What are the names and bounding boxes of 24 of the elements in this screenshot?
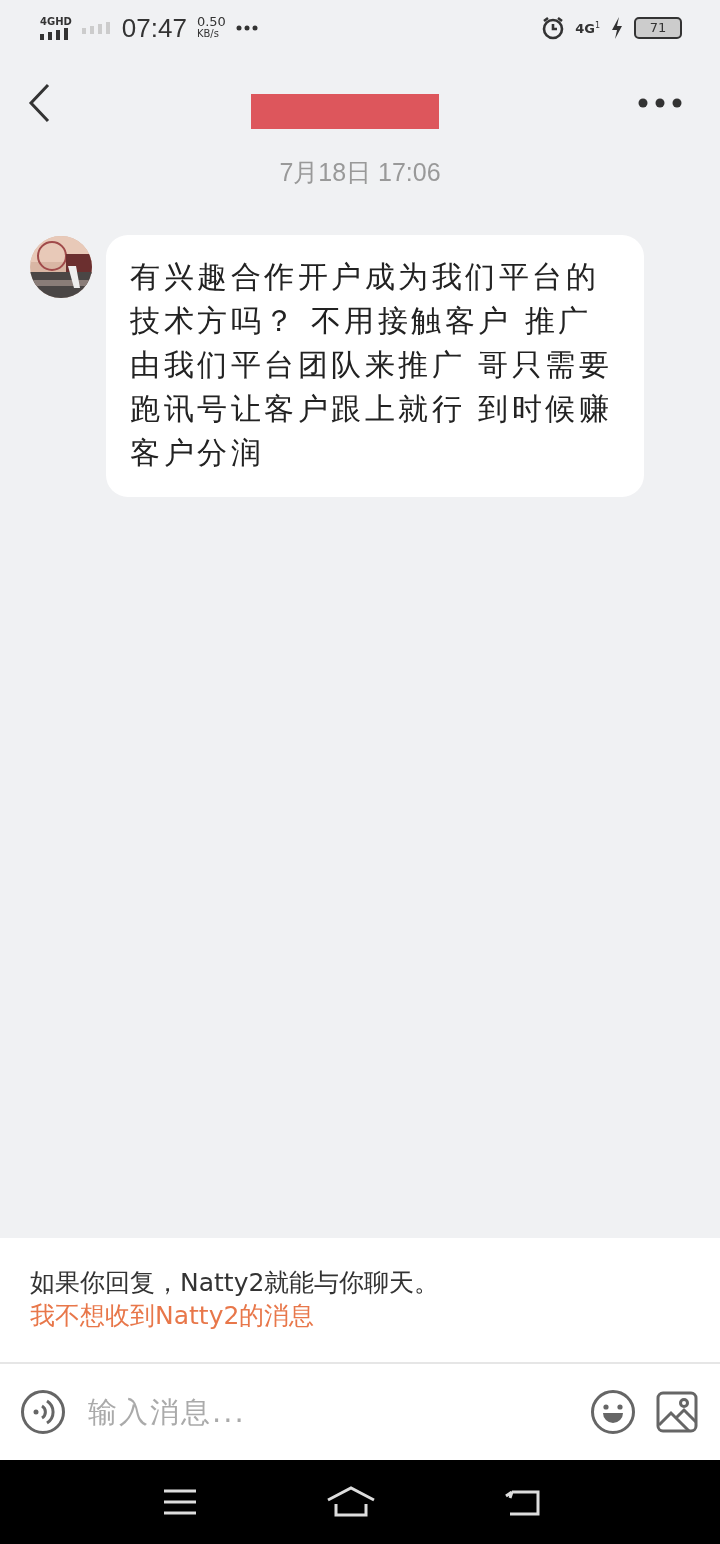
more-icon: [235, 25, 258, 31]
menu-icon[interactable]: [162, 1488, 198, 1516]
voice-icon[interactable]: [20, 1389, 66, 1435]
clock-time: 07:47: [121, 12, 187, 44]
signal-icon: [40, 28, 70, 40]
smiley-icon[interactable]: [590, 1389, 636, 1435]
sim-number: 1: [594, 20, 600, 30]
back-icon[interactable]: [504, 1488, 540, 1516]
home-icon[interactable]: [326, 1486, 376, 1518]
timestamp: 7月18日 17:06: [279, 157, 441, 188]
more-icon[interactable]: [638, 98, 682, 108]
message-bubble: 有兴趣合作开户成为我们平台的技术方吗？ 不用接触客户 推广由我们平台团队来推广 哥只需要跑讯号让客户跟上就行 到时候赚客户分润: [106, 235, 644, 497]
network-label: 4G: [575, 20, 595, 36]
signal-icon: [81, 22, 112, 34]
back-icon[interactable]: [28, 83, 52, 123]
network-label: 4GHD: [40, 16, 72, 27]
alarm-icon: [541, 16, 566, 40]
speed-value: 0.50: [196, 16, 226, 28]
battery-level: 71: [649, 21, 667, 35]
charging-icon: [610, 16, 624, 40]
image-icon[interactable]: [656, 1391, 698, 1433]
notice-text: 如果你回复，Natty2就能与你聊天。 我不想收到Natty2的消息: [30, 1267, 441, 1332]
speed-unit: KB/s: [196, 28, 220, 40]
block-link[interactable]: 我不想收到Natty2的消息: [30, 1301, 315, 1330]
